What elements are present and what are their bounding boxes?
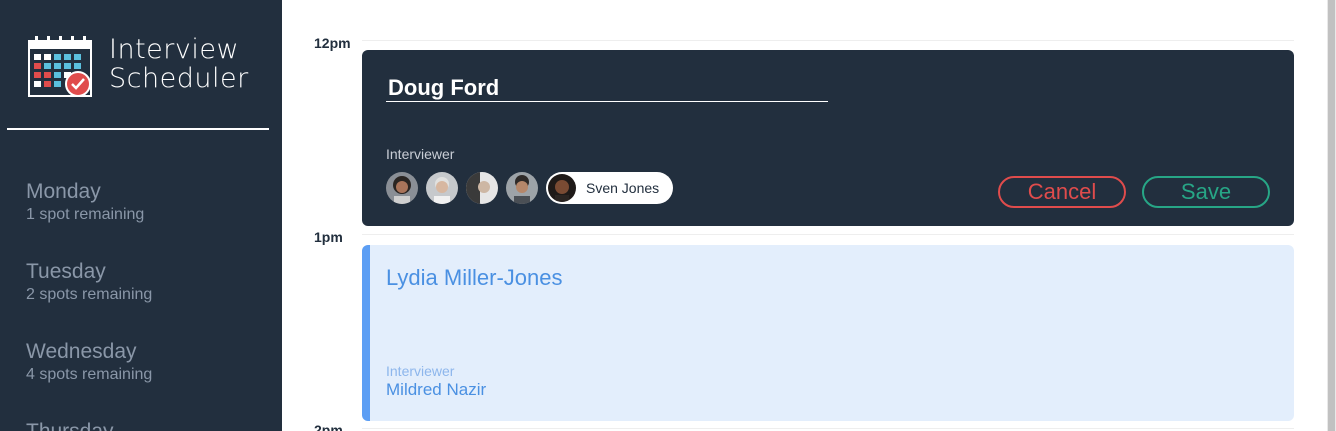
day-name: Wednesday [26,340,137,363]
interviewer-avatar[interactable] [386,172,418,204]
appointment-interviewer: Mildred Nazir [386,380,487,399]
time-divider [362,234,1294,235]
interviewer-avatar[interactable] [506,172,538,204]
day-name: Tuesday [26,260,106,283]
scrollbar-thumb[interactable] [1328,0,1335,431]
interviewer-photo [466,172,498,204]
time-label: 12pm [314,35,351,51]
interviewer-photo [548,174,576,202]
day-name: Monday [26,180,101,203]
interviewer-list: Sven Jones [386,172,674,204]
day-spots: 4 spots remaining [26,366,153,383]
selected-interviewer[interactable]: Sven Jones [546,172,674,204]
interviewer-photo [506,172,538,204]
interviewer-photo [426,172,458,204]
sidebar: Interview Scheduler Monday 1 spot remain… [0,0,282,431]
time-label: 2pm [314,422,343,431]
brand: Interview Scheduler [27,34,249,100]
day-item-thursday[interactable]: Thursday [26,420,266,431]
app-title: Interview Scheduler [109,35,249,93]
interviewer-list-label: Interviewer [386,146,455,162]
day-spots: 1 spot remaining [26,206,145,223]
selected-interviewer-name: Sven Jones [586,180,660,196]
interviewer-avatar[interactable] [466,172,498,204]
day-item-tuesday[interactable]: Tuesday 2 spots remaining [26,260,266,305]
cancel-button[interactable]: Cancel [998,176,1126,208]
appointment-card[interactable]: Lydia Miller-Jones Interviewer Mildred N… [362,245,1294,421]
time-label: 1pm [314,229,343,245]
appointment-student: Lydia Miller-Jones [386,265,563,290]
interviewer-avatar [548,174,576,202]
schedule: 12pm Interviewer [282,0,1336,431]
appointment-form: Interviewer [362,50,1294,226]
day-name: Thursday [26,420,266,431]
sidebar-divider [7,128,269,130]
day-item-wednesday[interactable]: Wednesday 4 spots remaining [26,340,266,385]
app-title-line1: Interview [109,34,240,65]
interviewer-avatar[interactable] [426,172,458,204]
interviewer-photo [386,172,418,204]
calendar-check-icon [28,36,92,97]
appointment-interviewer-label: Interviewer [386,363,455,379]
time-divider [362,428,1294,429]
student-name-input[interactable] [386,74,828,102]
save-button[interactable]: Save [1142,176,1270,208]
day-item-monday[interactable]: Monday 1 spot remaining [26,180,266,225]
time-divider [362,40,1294,41]
app-title-line2: Scheduler [109,63,249,94]
scrollbar[interactable] [1327,0,1336,431]
day-spots: 2 spots remaining [26,286,153,303]
